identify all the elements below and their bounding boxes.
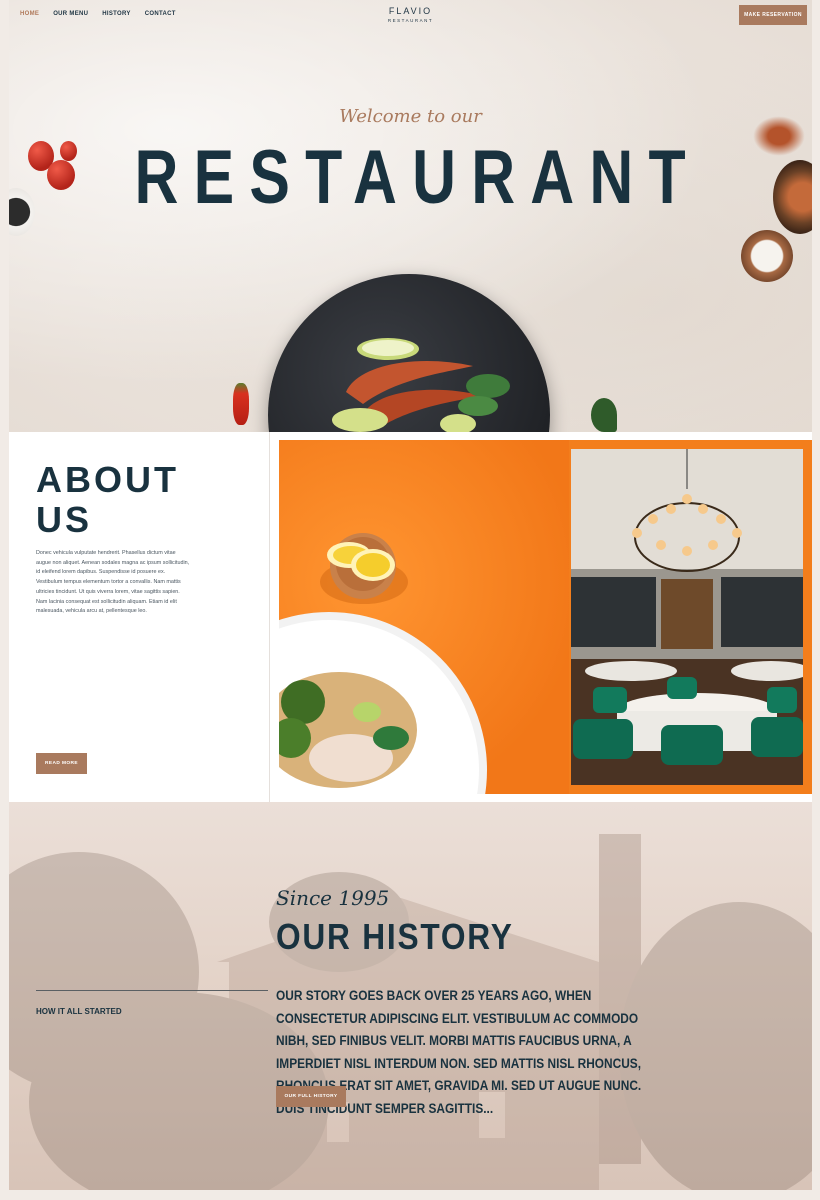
hero-welcome: Welcome to our xyxy=(339,106,482,127)
shrimp-plate-image xyxy=(268,274,550,432)
hero-title: RESTAURANT xyxy=(134,135,701,220)
food-photo xyxy=(279,440,569,794)
salad-bowl-image xyxy=(773,160,812,234)
spice-pile-image xyxy=(753,116,805,156)
dining-room-photo xyxy=(571,449,803,785)
logo-name: FLAVIO xyxy=(388,6,433,16)
dining-room-icon xyxy=(571,449,803,785)
history-label: HOW IT ALL STARTED xyxy=(36,1007,122,1016)
since-label: Since 1995 xyxy=(276,886,390,910)
leaf-image xyxy=(591,398,617,432)
read-more-button[interactable]: READ MORE xyxy=(36,753,87,774)
divider-line xyxy=(36,990,268,991)
food-plate-icon xyxy=(279,533,487,794)
make-reservation-button[interactable]: MAKE RESERVATION xyxy=(739,5,807,25)
about-title: ABOUT US xyxy=(36,459,179,540)
tomato-image xyxy=(60,141,77,161)
peppercorn-bowl-image xyxy=(9,188,35,236)
shrimp-dish-icon xyxy=(332,338,510,432)
divider xyxy=(269,432,270,802)
about-text: Donec vehicula vulputate hendrerit. Phas… xyxy=(36,550,190,615)
about-photo xyxy=(279,440,812,794)
logo-subtitle: RESTAURANT xyxy=(387,18,434,23)
page: HOME OUR MENU HISTORY CONTACT FLAVIO RES… xyxy=(9,0,812,1200)
logo[interactable]: FLAVIO RESTAURANT xyxy=(9,6,812,23)
history-title: OUR HISTORY xyxy=(276,916,514,957)
chili-image xyxy=(233,383,249,425)
about-section: ABOUT US Donec vehicula vulputate hendre… xyxy=(9,432,812,802)
sauce-bowl-image xyxy=(741,230,793,282)
history-section: Since 1995 OUR HISTORY HOW IT ALL STARTE… xyxy=(9,802,812,1190)
hero-section: HOME OUR MENU HISTORY CONTACT FLAVIO RES… xyxy=(9,0,812,432)
tomato-image xyxy=(47,160,75,190)
full-history-button[interactable]: OUR FULL HISTORY xyxy=(276,1086,346,1107)
